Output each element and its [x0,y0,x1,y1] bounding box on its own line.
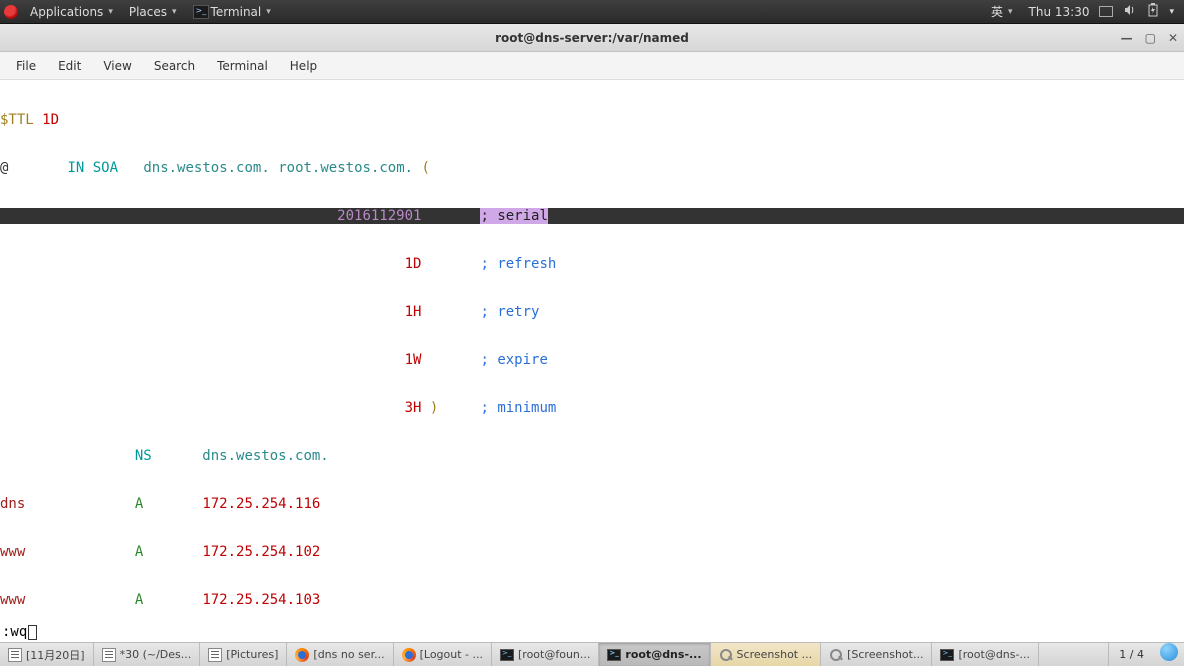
cursor [28,625,37,640]
clock[interactable]: Thu 13:30 [1029,5,1090,19]
text-file-icon [102,648,116,662]
refresh-value: 1D [405,256,422,272]
minimize-button[interactable]: — [1121,31,1133,45]
workspace-switcher-icon[interactable] [1160,643,1178,661]
terminal-launcher-label: Terminal [211,5,262,19]
retry-value: 1H [405,304,422,320]
menu-file[interactable]: File [6,55,46,77]
task-item[interactable]: [11月20日] [0,643,94,666]
task-item[interactable]: Screenshot ... [711,643,822,666]
vim-command-line[interactable]: :wq [0,622,1184,642]
places-menu[interactable]: Places [123,3,183,21]
text-file-icon [208,648,222,662]
record-addr: 172.25.254.102 [202,544,320,560]
expire-value: 1W [405,352,422,368]
volume-icon[interactable] [1123,3,1137,20]
titlebar[interactable]: root@dns-server:/var/named — ▢ ✕ [0,24,1184,52]
close-button[interactable]: ✕ [1168,31,1178,45]
highlighted-line: 2016112901 ; serial [0,208,1184,224]
text-file-icon [8,648,22,662]
firefox-icon [295,648,309,662]
task-item[interactable]: [root@foun... [492,643,599,666]
terminal-icon [500,649,514,661]
terminal-content[interactable]: $TTL 1D @ IN SOA dns.westos.com. root.we… [0,80,1184,642]
type-soa: SOA [93,160,118,176]
task-item-active[interactable]: root@dns-... [599,643,710,666]
menubar: File Edit View Search Terminal Help [0,52,1184,80]
type-ns: NS [135,448,152,464]
task-item[interactable]: [Pictures] [200,643,287,666]
record-name: dns [0,496,25,512]
ime-indicator[interactable]: 英 [985,1,1019,22]
caret-down-icon[interactable]: ▾ [1169,7,1174,17]
origin-symbol: @ [0,160,8,176]
task-label: Screenshot ... [737,648,813,661]
menu-help[interactable]: Help [280,55,327,77]
task-item[interactable]: [root@dns-... [932,643,1039,666]
task-label: [Screenshot... [847,648,923,661]
workspace-indicator[interactable]: 1 / 4 [1108,643,1154,666]
selected-text: ; serial [480,208,547,224]
bottom-taskbar: [11月20日] *30 (~/Des... [Pictures] [dns n… [0,642,1184,666]
record-name: www [0,544,25,560]
firefox-icon [402,648,416,662]
task-item[interactable]: [Logout - ... [394,643,492,666]
terminal-icon [940,649,954,661]
task-item[interactable]: [Screenshot... [821,643,932,666]
menu-terminal[interactable]: Terminal [207,55,278,77]
task-label: [Pictures] [226,648,278,661]
record-type: A [135,592,143,608]
record-addr: 172.25.254.116 [202,496,320,512]
magnifier-icon [719,648,733,662]
refresh-comment: ; refresh [480,256,556,272]
terminal-icon [607,649,621,661]
system-tray: 英 Thu 13:30 ▾ [985,1,1180,22]
task-label: [root@foun... [518,648,590,661]
minimum-comment: ; minimum [480,400,556,416]
record-type: A [135,496,143,512]
ns-host: dns.westos.com. [202,448,328,464]
vim-command-text: :wq [2,624,27,640]
task-item[interactable]: *30 (~/Des... [94,643,201,666]
battery-icon[interactable] [1147,3,1159,20]
soa-rname: root.westos.com. [278,160,413,176]
workspace-label: 1 / 4 [1119,648,1144,661]
ttl-value: 1D [42,112,59,128]
serial-value: 2016112901 [337,208,421,224]
task-label: *30 (~/Des... [120,648,192,661]
task-label: root@dns-... [625,648,701,661]
task-label: [dns no ser... [313,648,384,661]
task-item[interactable]: [dns no ser... [287,643,393,666]
terminal-window: root@dns-server:/var/named — ▢ ✕ File Ed… [0,24,1184,642]
task-label: [Logout - ... [420,648,483,661]
top-panel: Applications Places Terminal 英 Thu 13:30… [0,0,1184,24]
record-type: A [135,544,143,560]
paren-close: ) [430,400,438,416]
task-label: [11月20日] [26,647,85,663]
minimum-value: 3H [405,400,422,416]
record-addr: 172.25.254.103 [202,592,320,608]
applications-menu[interactable]: Applications [24,3,119,21]
screen-icon[interactable] [1099,6,1113,17]
soa-mname: dns.westos.com. [143,160,269,176]
menu-view[interactable]: View [93,55,141,77]
distro-icon [4,5,18,19]
retry-comment: ; retry [480,304,539,320]
class-in: IN [67,160,84,176]
maximize-button[interactable]: ▢ [1145,31,1156,45]
record-name: www [0,592,25,608]
paren-open: ( [422,160,430,176]
menu-search[interactable]: Search [144,55,205,77]
terminal-launcher[interactable]: Terminal [187,3,277,21]
ttl-directive: $TTL [0,112,34,128]
magnifier-icon [829,648,843,662]
window-title: root@dns-server:/var/named [0,31,1184,45]
task-label: [root@dns-... [958,648,1030,661]
terminal-icon [193,5,209,19]
menu-edit[interactable]: Edit [48,55,91,77]
expire-comment: ; expire [480,352,547,368]
